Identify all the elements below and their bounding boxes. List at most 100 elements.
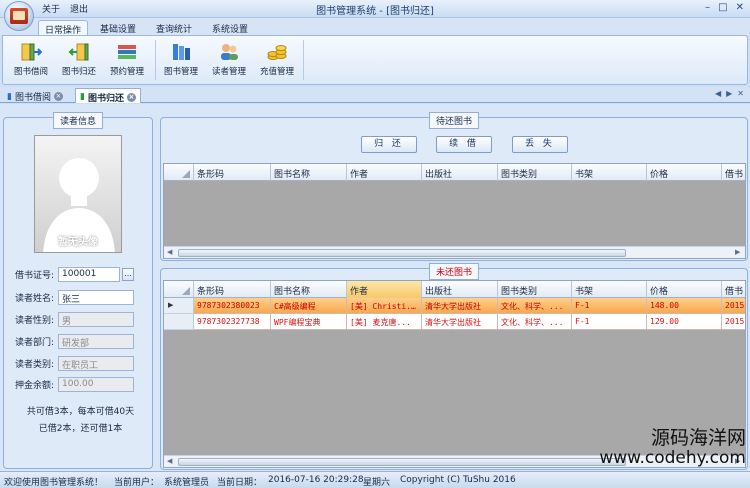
reader-name-label: 读者姓名: [14,293,54,304]
renew-button[interactable]: 续 借 [436,136,492,153]
cell-author: [美] 麦克唐... [347,314,422,330]
reader-department-field: 研发部 [58,333,134,349]
book-management-button[interactable]: 图书管理 [159,39,203,83]
tab-system-settings[interactable]: 系统设置 [206,20,254,35]
doc-tab-return[interactable]: ▮ 图书归还 × [75,88,141,104]
pending-col-barcode[interactable]: 条形码 [194,164,271,181]
tab-basic-settings[interactable]: 基础设置 [94,20,142,35]
tab-daily[interactable]: 日常操作 [38,20,89,36]
pending-books-group: 待还图书 归 还 续 借 丢 失 条形码 图书名称 作者 出版社 图书类别 书架… [160,112,748,261]
maximize-icon[interactable]: □ [718,2,727,13]
tab-navigation: ◀ ▶ ✕ [715,89,744,98]
pending-col-title[interactable]: 图书名称 [271,164,347,181]
cell-category: 文化、科学、... [498,314,572,330]
lost-button[interactable]: 丢 失 [512,136,568,153]
recharge-management-button[interactable]: 充值管理 [255,39,299,83]
table-row[interactable]: 9787302327738 WPF编程宝典 [美] 麦克唐... 清华大学出版社… [164,314,745,330]
document-tab-bar: ▮ 图书借阅 × ▮ 图书归还 × [0,87,750,104]
ribbon-panel: 图书借阅 图书归还 预约管理 图书管理 读者管理 充值管理 [2,35,748,85]
status-user: 系统管理员 [164,478,210,488]
tab-query-stats[interactable]: 查询统计 [150,20,198,35]
avatar: 暂无头像 [34,135,122,253]
cell-price: 148.00 [647,298,722,314]
book-borrow-button[interactable]: 图书借阅 [9,39,53,83]
borrowed-col-category[interactable]: 图书类别 [498,281,572,298]
pending-grid-header: 条形码 图书名称 作者 出版社 图书类别 书架 价格 借书 [164,164,745,181]
deposit-balance-row: 押金余额: 100.00 [6,376,152,392]
borrowed-col-title[interactable]: 图书名称 [271,281,347,298]
borrowed-col-price[interactable]: 价格 [647,281,722,298]
status-welcome: 欢迎使用图书管理系统！ [4,478,104,488]
borrowed-col-barcode[interactable]: 条形码 [194,281,271,298]
cell-author: [美] Christi... [347,298,422,314]
cell-price: 129.00 [647,314,722,330]
card-number-label: 借书证号: [14,270,54,281]
tab-next-icon[interactable]: ▶ [726,89,732,98]
pending-col-borrow-date[interactable]: 借书 [722,164,745,181]
cell-shelf: F-1 [572,298,647,314]
reader-gender-field: 男 [58,311,134,327]
borrowed-col-author[interactable]: 作者 [347,281,422,298]
reservation-label: 预约管理 [109,67,144,77]
reader-info-title: 读者信息 [52,112,104,129]
scroll-thumb[interactable] [178,249,626,257]
readers-icon [218,41,240,63]
cell-publisher: 清华大学出版社 [422,314,498,330]
reservation-button[interactable]: 预约管理 [105,39,149,83]
browse-card-button[interactable]: ... [122,267,134,281]
borrowed-grid-header: 条形码 图书名称 作者 出版社 图书类别 书架 价格 借书 [164,281,745,298]
status-date-label: 当前日期： [217,478,263,488]
reader-department-row: 读者部门: 研发部 [6,333,152,349]
scroll-right-icon[interactable]: ▶ [735,248,740,256]
ribbon-separator [155,40,156,80]
scroll-left-icon[interactable]: ◀ [167,248,172,256]
doc-tab-borrow[interactable]: ▮ 图书借阅 × [3,88,67,103]
book-return-label: 图书归还 [61,67,96,77]
ribbon-separator [303,40,304,80]
grid-corner [164,164,194,181]
reader-name-input[interactable]: 张三 [58,289,134,305]
borrowed-col-borrow-date[interactable]: 借书 [722,281,745,298]
table-row[interactable]: ▶ 9787302380023 C#高级编程 [美] Christi... 清华… [164,298,745,314]
pending-col-category[interactable]: 图书类别 [498,164,572,181]
borrow-quota-text: 共可借3本，每本可借40天 [26,407,135,417]
cell-barcode: 9787302380023 [194,298,271,314]
tab-prev-icon[interactable]: ◀ [715,89,721,98]
avatar-caption: 暂无头像 [58,237,98,248]
deposit-balance-label: 押金余额: [14,380,54,391]
close-tab-icon[interactable]: × [53,92,63,101]
menu-exit[interactable]: 退出 [70,2,88,15]
reader-management-button[interactable]: 读者管理 [207,39,251,83]
pending-col-author[interactable]: 作者 [347,164,422,181]
reader-management-label: 读者管理 [211,67,246,77]
borrowed-books-title: 未还图书 [428,263,480,280]
app-menu-button[interactable] [4,1,34,31]
book-return-button[interactable]: 图书归还 [57,39,101,83]
pending-col-price[interactable]: 价格 [647,164,722,181]
card-number-input[interactable]: 100001 [58,266,120,282]
close-icon[interactable]: ✕ [736,2,744,13]
cell-barcode: 9787302327738 [194,314,271,330]
pending-col-publisher[interactable]: 出版社 [422,164,498,181]
scroll-left-icon[interactable]: ◀ [167,457,172,465]
main-area: 读者信息 暂无头像 借书证号: 100001 ... 读者姓名: 张三 读者性别… [0,104,750,471]
reader-gender-label: 读者性别: [14,315,54,326]
reader-category-row: 读者类别: 在职员工 [6,355,152,371]
tab-close-icon[interactable]: ✕ [737,89,744,98]
pending-grid-hscroll[interactable]: ◀ ▶ [164,246,745,258]
cell-borrow-date: 2015- [722,314,745,330]
row-header [164,314,194,330]
return-button[interactable]: 归 还 [361,136,417,153]
close-tab-icon[interactable]: × [126,92,136,102]
status-date: 2016-07-16 20:29:28 [268,475,364,485]
coins-icon [266,41,288,63]
menu-about[interactable]: 关于 [42,2,60,15]
window-title: 图书管理系统 - [图书归还] [316,6,434,17]
reader-category-label: 读者类别: [14,359,54,370]
borrow-remaining-text: 已借2本，还可借1本 [38,424,123,434]
borrowed-col-publisher[interactable]: 出版社 [422,281,498,298]
minimize-icon[interactable]: – [705,2,710,13]
borrowed-col-shelf[interactable]: 书架 [572,281,647,298]
pending-books-grid[interactable]: 条形码 图书名称 作者 出版社 图书类别 书架 价格 借书 ◀ ▶ [163,163,746,259]
pending-col-shelf[interactable]: 书架 [572,164,647,181]
